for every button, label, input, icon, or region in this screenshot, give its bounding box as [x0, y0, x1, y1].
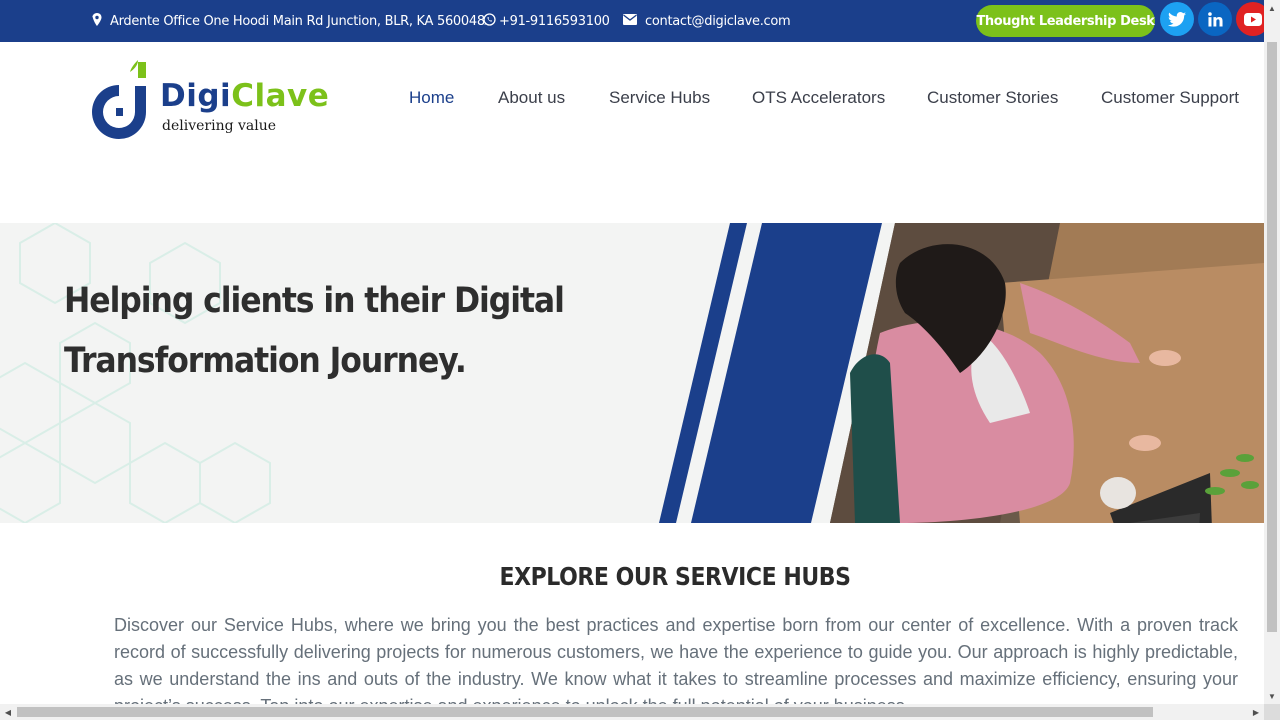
brand-name-part1: Digi [160, 78, 232, 114]
map-pin-icon [92, 12, 102, 30]
thought-leadership-button[interactable]: Thought Leadership Desk [976, 5, 1155, 37]
youtube-icon [1244, 12, 1262, 26]
email-item[interactable]: contact@digiclave.com [623, 0, 791, 42]
scroll-right-arrow-icon[interactable]: ▶ [1248, 704, 1264, 720]
brand-name-part2: Clave [231, 78, 330, 114]
brand-tagline: delivering value [162, 118, 277, 134]
brand-wordmark: DigiClave [160, 78, 329, 114]
nav-ots-accelerators[interactable]: OTS Accelerators [752, 88, 885, 114]
address-text: Ardente Office One Hoodi Main Rd Junctio… [110, 13, 485, 29]
hero-banner: Helping clients in their Digital Transfo… [0, 223, 1264, 523]
service-hubs-heading: EXPLORE OUR SERVICE HUBS [499, 562, 851, 591]
twitter-link[interactable] [1160, 2, 1194, 36]
scrollbar-corner [1264, 704, 1280, 720]
nav-customer-support[interactable]: Customer Support [1101, 88, 1239, 114]
page: Ardente Office One Hoodi Main Rd Junctio… [0, 0, 1280, 720]
top-contact-bar: Ardente Office One Hoodi Main Rd Junctio… [0, 0, 1270, 42]
vertical-scrollbar[interactable]: ▲ ▼ [1264, 0, 1280, 704]
brand-logo[interactable]: DigiClave delivering value [90, 60, 330, 144]
hero-title: Helping clients in their Digital Transfo… [64, 281, 565, 381]
nav-service-hubs[interactable]: Service Hubs [609, 88, 710, 114]
vertical-scroll-thumb[interactable] [1267, 42, 1277, 632]
phone-item[interactable]: +91-9116593100 [483, 0, 610, 42]
nav-about-us[interactable]: About us [498, 88, 565, 114]
horizontal-scrollbar[interactable]: ◀ ▶ [0, 704, 1264, 720]
linkedin-link[interactable] [1198, 2, 1232, 36]
whatsapp-icon [483, 12, 496, 30]
email-text[interactable]: contact@digiclave.com [645, 14, 791, 29]
horizontal-scroll-thumb[interactable] [17, 707, 1153, 717]
envelope-icon [623, 13, 637, 29]
twitter-icon [1168, 11, 1186, 27]
digiclave-logo-mark [92, 60, 146, 139]
nav-home[interactable]: Home [409, 88, 454, 114]
address-item: Ardente Office One Hoodi Main Rd Junctio… [92, 0, 485, 42]
phone-text[interactable]: +91-9116593100 [499, 14, 610, 29]
nav-customer-stories[interactable]: Customer Stories [927, 88, 1058, 114]
linkedin-icon [1207, 11, 1223, 27]
scroll-up-arrow-icon[interactable]: ▲ [1264, 0, 1280, 16]
scroll-down-arrow-icon[interactable]: ▼ [1264, 688, 1280, 704]
scroll-left-arrow-icon[interactable]: ◀ [0, 704, 16, 720]
